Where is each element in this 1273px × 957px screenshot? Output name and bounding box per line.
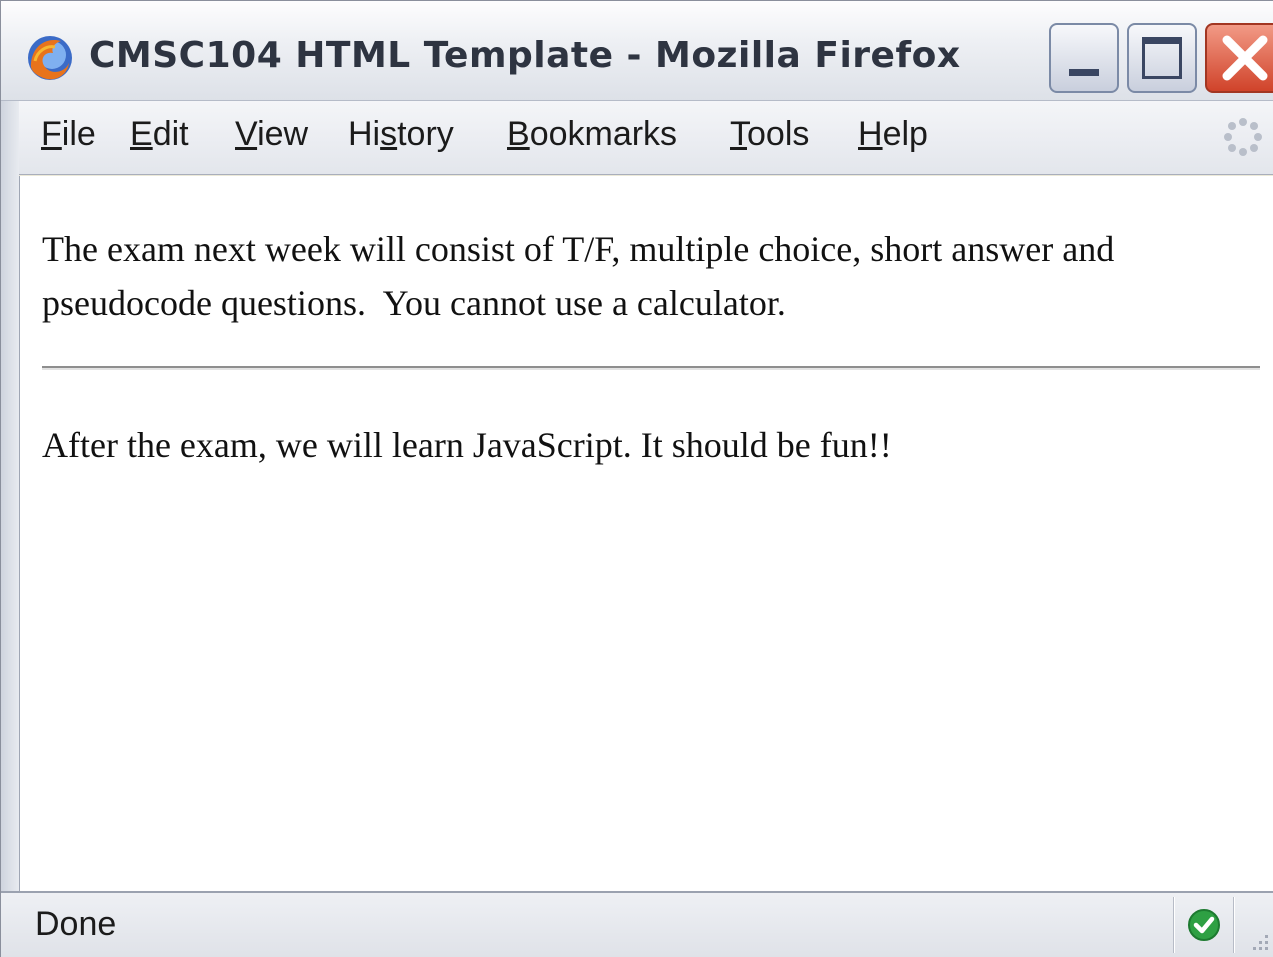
menu-bookmarks-label-rest: ookmarks: [529, 115, 678, 153]
resize-grip-icon[interactable]: [1245, 927, 1271, 953]
javascript-paragraph: After the exam, we will learn JavaScript…: [42, 425, 892, 465]
page-content: The exam next week will consist of T/F, …: [19, 176, 1273, 891]
window-frame-left: [1, 101, 19, 891]
throbber-icon: [1224, 118, 1262, 156]
exam-paragraph-line2: pseudocode questions. You cannot use a c…: [42, 283, 786, 323]
exam-paragraph: The exam next week will consist of T/F, …: [42, 222, 1114, 330]
minimize-button[interactable]: [1049, 23, 1119, 93]
status-bar: [1, 891, 1273, 957]
status-separator: [1173, 897, 1175, 953]
browser-window: CMSC104 HTML Template - Mozilla Firefox …: [0, 0, 1273, 957]
menu-edit-label-rest: dit: [152, 115, 189, 153]
menu-edit[interactable]: Edit: [130, 115, 189, 154]
menu-tools-label-rest: ools: [747, 115, 810, 153]
status-text: Done: [35, 905, 117, 943]
menu-view[interactable]: View: [235, 115, 308, 154]
menu-tools[interactable]: Tools: [730, 115, 809, 154]
close-icon: [1222, 35, 1268, 81]
minimize-icon: [1069, 69, 1099, 76]
maximize-button[interactable]: [1127, 23, 1197, 93]
menu-history-label-a: Hi: [348, 115, 381, 153]
horizontal-rule: [42, 366, 1260, 370]
menu-history-label-b: tory: [397, 115, 454, 153]
firefox-icon: [28, 36, 72, 80]
exam-paragraph-line1: The exam next week will consist of T/F, …: [42, 229, 1115, 269]
title-bar[interactable]: CMSC104 HTML Template - Mozilla Firefox: [1, 1, 1273, 101]
maximize-icon: [1142, 37, 1182, 79]
window-title: CMSC104 HTML Template - Mozilla Firefox: [89, 35, 961, 76]
menu-file[interactable]: File: [41, 115, 96, 154]
check-icon[interactable]: [1187, 908, 1221, 942]
status-separator: [1233, 897, 1235, 953]
menu-bookmarks[interactable]: Bookmarks: [507, 115, 677, 154]
menu-help-label-rest: elp: [882, 115, 928, 153]
menu-help[interactable]: Help: [858, 115, 928, 154]
menu-history[interactable]: History: [348, 115, 454, 154]
menu-view-label-rest: iew: [257, 115, 309, 153]
menu-file-label-rest: ile: [61, 115, 96, 153]
close-button[interactable]: [1205, 23, 1273, 93]
